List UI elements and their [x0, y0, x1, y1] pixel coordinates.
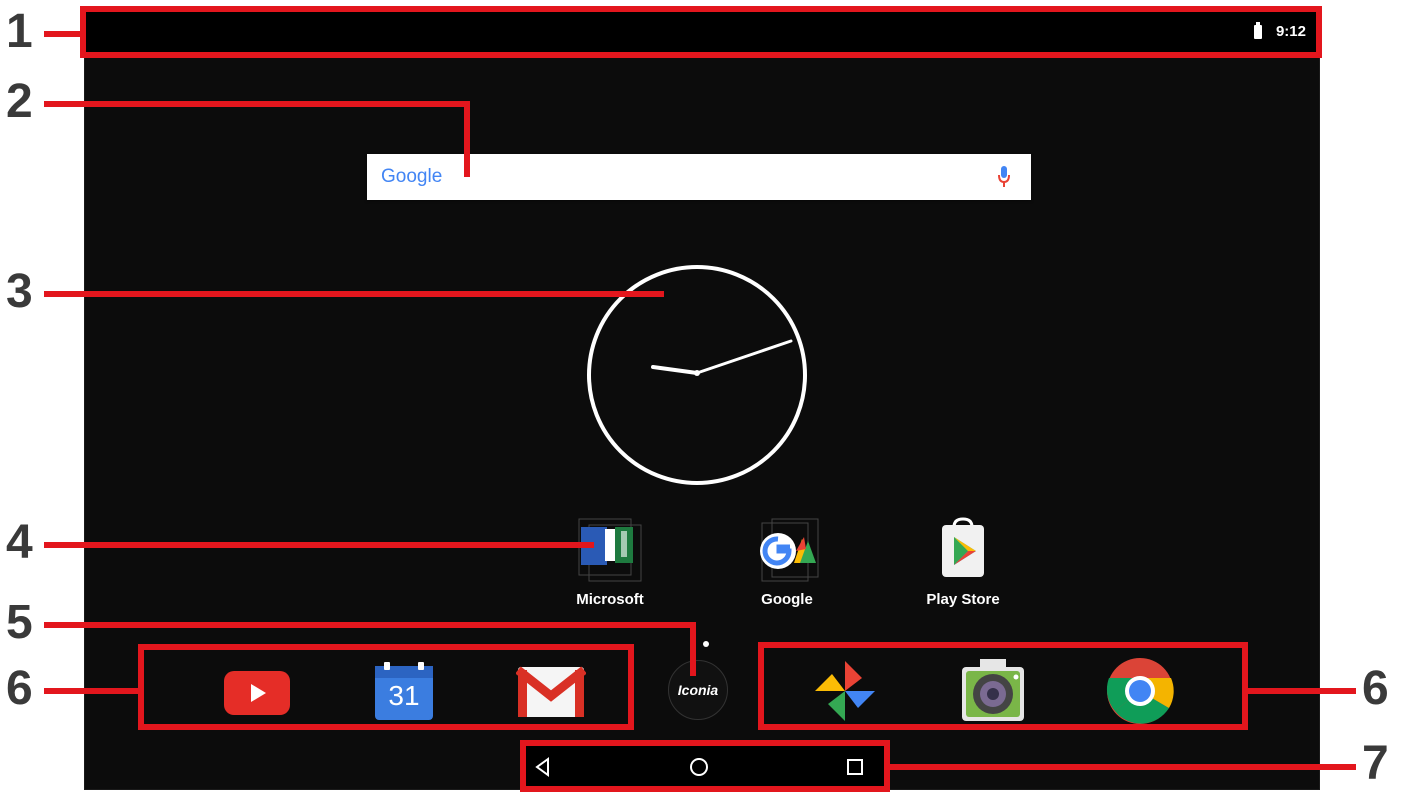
callout-line-6-right [1246, 688, 1356, 694]
google-logo: Google [381, 166, 442, 188]
callout-number: 5 [6, 596, 33, 649]
microsoft-folder-icon [575, 515, 645, 585]
callout-number: 3 [6, 265, 33, 318]
callout-number: 2 [6, 75, 33, 128]
app-label: Google [761, 591, 813, 608]
launcher-label: Iconia [677, 682, 719, 698]
callout-number: 4 [6, 516, 33, 569]
callout-line-2 [44, 101, 470, 107]
callout-box-dock-left [138, 644, 634, 730]
app-label: Microsoft [576, 591, 644, 608]
callout-line-5 [44, 622, 696, 628]
callout-box-status-bar [80, 6, 1322, 58]
google-folder-icon [752, 515, 822, 585]
callout-number: 7 [1362, 737, 1389, 790]
app-play-store[interactable]: Play Store [903, 515, 1023, 608]
clock-hands [651, 339, 793, 376]
callout-line-4 [44, 542, 594, 548]
callout-line-1 [44, 31, 82, 37]
callout-line-7 [888, 764, 1356, 770]
app-microsoft[interactable]: Microsoft [550, 515, 670, 608]
iconia-launcher-button[interactable]: Iconia [668, 660, 728, 720]
play-store-icon [928, 515, 998, 585]
callout-line-2-vertical [464, 101, 470, 177]
app-google[interactable]: Google [727, 515, 847, 608]
callout-line-5-vertical [690, 622, 696, 676]
callout-line-6-left [44, 688, 140, 694]
callout-number: 6 [1362, 662, 1389, 715]
mic-icon[interactable] [997, 165, 1011, 189]
callout-box-navigation [520, 740, 890, 792]
page-indicator [703, 641, 709, 647]
google-logo-text: Google [381, 166, 443, 187]
callout-number: 6 [6, 662, 33, 715]
callout-number: 1 [6, 5, 33, 58]
analog-clock[interactable] [587, 265, 807, 485]
callout-box-dock-right [758, 642, 1248, 730]
callout-line-3 [44, 291, 664, 297]
app-label: Play Store [926, 591, 1000, 608]
